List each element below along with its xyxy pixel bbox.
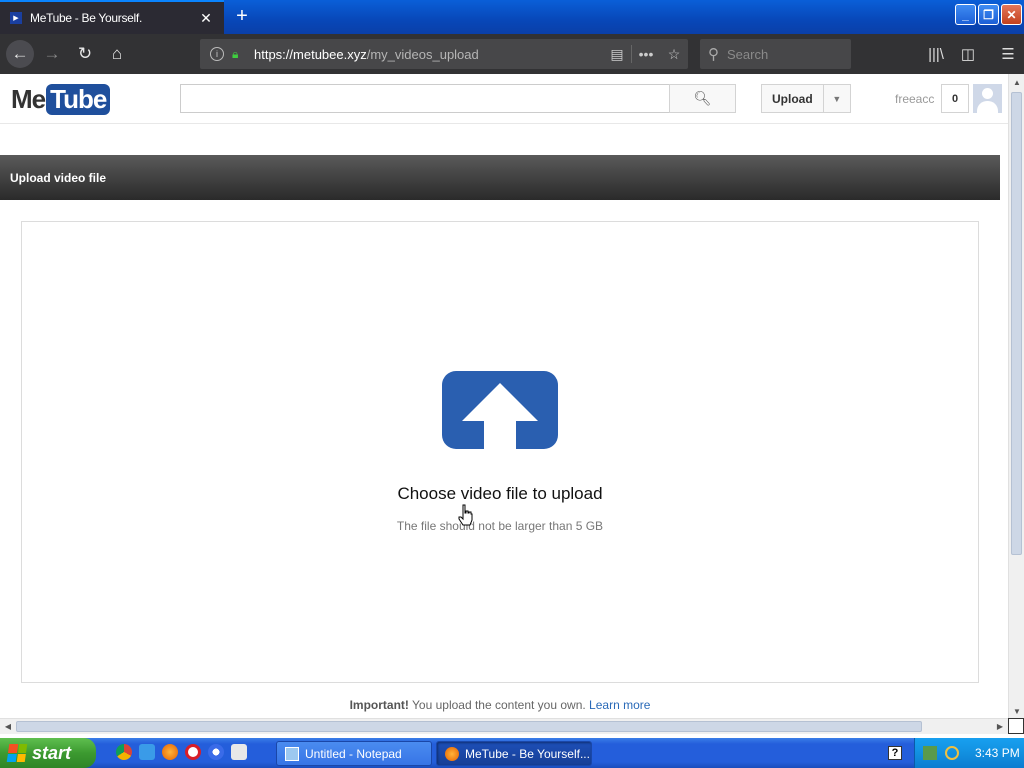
new-tab-button[interactable]: + — [232, 6, 252, 26]
clock[interactable]: 3:43 PM — [975, 746, 1020, 760]
scroll-corner — [1008, 718, 1024, 734]
notepad-icon — [285, 746, 299, 761]
close-window-button[interactable]: ✕ — [1001, 4, 1022, 25]
horizontal-scrollbar[interactable]: ◀ ▶ — [0, 718, 1008, 734]
bookmark-star-icon[interactable]: ☆ — [660, 46, 688, 63]
notification-count[interactable]: 0 — [941, 84, 969, 113]
hand-cursor-icon — [458, 504, 473, 526]
system-tray: 3:43 PM — [914, 738, 1024, 768]
title-bar: ▶ MeTube - Be Yourself. ✕ + _ ❐ ✕ — [0, 0, 1024, 34]
start-label: start — [32, 742, 72, 763]
divider — [984, 40, 992, 68]
site-search-button[interactable]: 🔍︎ — [669, 84, 736, 113]
url-text[interactable]: https://metubee.xyz/my_videos_upload — [254, 47, 603, 62]
vertical-scrollbar[interactable]: ▲ ▼ — [1008, 74, 1024, 719]
minimize-button[interactable]: _ — [955, 4, 976, 25]
app-icon[interactable] — [208, 744, 224, 760]
start-button[interactable]: start — [0, 738, 96, 768]
important-text: You upload the content you own. — [408, 698, 590, 712]
page-content: Me Tube 🔍︎ Upload ▼ freeacc 0 Upload vid… — [0, 74, 1008, 719]
username[interactable]: freeacc — [895, 92, 934, 106]
avatar-head — [982, 88, 993, 99]
window-controls: _ ❐ ✕ — [955, 4, 1022, 25]
section-title: Upload video file — [0, 155, 1000, 200]
important-label: Important! — [349, 698, 409, 712]
back-button[interactable]: ← — [6, 40, 34, 68]
arrow-left-icon: ← — [11, 44, 29, 63]
scroll-down-icon[interactable]: ▼ — [1009, 703, 1024, 719]
network-icon[interactable] — [923, 746, 937, 760]
reader-view-icon[interactable]: ▤ — [603, 46, 631, 63]
search-icon: ⚲ — [708, 46, 719, 63]
help-icon[interactable]: ? — [888, 746, 902, 760]
logo-text-tube: Tube — [46, 83, 111, 115]
upload-label: Upload — [762, 85, 824, 112]
scroll-left-icon[interactable]: ◀ — [0, 719, 16, 734]
reload-button[interactable]: ↻ — [71, 40, 99, 68]
quick-launch — [116, 744, 247, 760]
sidebar-icon[interactable]: ◫ — [952, 40, 984, 68]
app-icon[interactable] — [231, 744, 247, 760]
search-placeholder: Search — [727, 46, 769, 62]
avatar[interactable] — [973, 84, 1002, 113]
home-button[interactable]: ⌂ — [103, 40, 131, 68]
upload-button[interactable]: Upload ▼ — [761, 84, 851, 113]
avatar-body — [977, 101, 998, 113]
scroll-up-icon[interactable]: ▲ — [1009, 74, 1024, 90]
page-actions-icon[interactable]: ••• — [632, 46, 660, 62]
browser-tab-active[interactable]: ▶ MeTube - Be Yourself. ✕ — [0, 0, 224, 34]
taskbar-item-browser[interactable]: MeTube - Be Yourself... — [436, 741, 592, 766]
restore-button[interactable]: ❐ — [978, 4, 999, 25]
home-icon: ⌂ — [111, 44, 123, 63]
upload-dropzone[interactable] — [21, 221, 979, 683]
toolbar-tools: |||\ ◫ ☰ — [920, 40, 1024, 68]
file-size-limit: The file should not be larger than 5 GB — [396, 519, 604, 533]
search-tray-icon[interactable] — [945, 746, 959, 760]
site-search-input[interactable] — [180, 84, 670, 113]
firefox-icon — [445, 746, 459, 761]
tab-title: MeTube - Be Yourself. — [30, 11, 142, 25]
metube-favicon-icon: ▶ — [10, 12, 22, 24]
important-notice: Important! You upload the content you ow… — [0, 698, 1000, 712]
browser-search-bar[interactable]: ⚲ Search — [700, 39, 851, 69]
windows-flag-icon — [6, 744, 28, 762]
site-header: Me Tube 🔍︎ Upload ▼ freeacc 0 — [0, 74, 1008, 124]
learn-more-link[interactable]: Learn more — [589, 698, 650, 712]
choose-file-label[interactable]: Choose video file to upload — [0, 484, 1000, 504]
info-icon[interactable]: i — [210, 47, 224, 61]
search-icon: 🔍︎ — [693, 90, 712, 106]
task-label: Untitled - Notepad — [305, 746, 402, 761]
chrome-icon[interactable] — [116, 744, 132, 760]
horizontal-scroll-thumb[interactable] — [16, 721, 922, 732]
chevron-down-icon[interactable]: ▼ — [824, 94, 850, 104]
reload-icon: ↻ — [77, 44, 93, 63]
taskbar: start Untitled - Notepad MeTube - Be You… — [0, 738, 1024, 768]
close-tab-icon[interactable]: ✕ — [198, 10, 214, 27]
address-bar[interactable]: i 🔒︎ https://metubee.xyz/my_videos_uploa… — [200, 39, 688, 69]
taskbar-item-notepad[interactable]: Untitled - Notepad — [276, 741, 432, 766]
scroll-right-icon[interactable]: ▶ — [992, 719, 1008, 734]
url-host: https://metubee.xyz — [254, 46, 367, 62]
lock-icon[interactable]: 🔒︎ — [232, 48, 244, 60]
firefox-icon[interactable] — [162, 744, 178, 760]
url-path: /my_videos_upload — [366, 46, 479, 62]
arrow-right-icon: → — [43, 44, 61, 63]
upload-arrow-icon[interactable] — [442, 371, 558, 449]
opera-icon[interactable] — [185, 744, 201, 760]
navigation-toolbar: ← → ↻ ⌂ i 🔒︎ https://metubee.xyz/my_vide… — [0, 34, 1024, 74]
task-label: MeTube - Be Yourself... — [465, 746, 590, 761]
logo-text-me: Me — [11, 83, 46, 114]
metube-logo[interactable]: Me Tube — [11, 83, 111, 115]
vertical-scroll-thumb[interactable] — [1011, 92, 1022, 555]
library-icon[interactable]: |||\ — [920, 40, 952, 68]
ie-icon[interactable] — [139, 744, 155, 760]
forward-button[interactable]: → — [38, 40, 66, 68]
hamburger-menu-icon[interactable]: ☰ — [992, 40, 1024, 68]
